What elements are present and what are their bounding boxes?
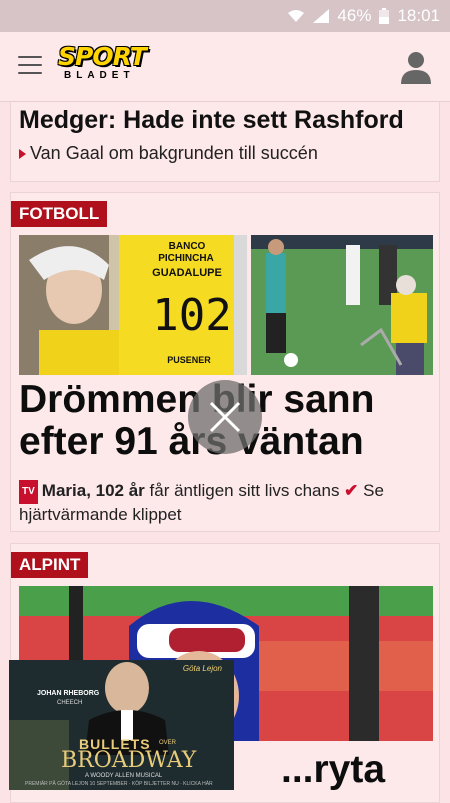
battery-percent: 46%: [337, 6, 372, 25]
category-tag[interactable]: ALPINT: [11, 552, 89, 578]
hamburger-menu-icon[interactable]: [18, 56, 42, 76]
article-description[interactable]: TV Maria, 102 år får äntligen sitt livs c…: [19, 480, 433, 526]
logo-text-sport: SPORT: [58, 42, 147, 71]
close-icon: [209, 401, 241, 433]
article-headline[interactable]: Medger: Hade inte sett Rashford: [19, 106, 404, 135]
app-bar: SPORT BLADET: [0, 32, 450, 102]
shirt-sponsor-bank-2: PICHINCHA: [158, 253, 214, 264]
checkmark-icon: ✔: [344, 481, 359, 500]
shirt-name: GUADALUPE: [152, 267, 222, 279]
sublink-text: Van Gaal om bakgrunden till succén: [30, 143, 318, 163]
advertisement-banner[interactable]: Göta Lejon JOHAN RHEBORG CHEECH BULLETS …: [9, 660, 234, 790]
user-profile-icon[interactable]: [400, 50, 432, 84]
article-card[interactable]: Medger: Hade inte sett Rashford Van Gaal…: [10, 102, 440, 182]
battery-icon: [379, 8, 390, 24]
arrow-right-icon: [19, 149, 26, 160]
ad-title-main: BROADWAY: [61, 748, 197, 773]
category-tag[interactable]: FOTBOLL: [11, 201, 108, 227]
description-bold: Maria, 102 år: [41, 481, 145, 500]
article-sublink[interactable]: Van Gaal om bakgrunden till succén: [19, 143, 318, 164]
article-card-fotboll[interactable]: FOTBOLL BANCO PICHINCHA GUADALUPE 102 PU…: [10, 192, 440, 532]
ad-bottom-line: PREMIÄR PÅ GÖTA LEJON 10 SEPTEMBER · KÖP…: [25, 781, 213, 787]
shirt-sponsor-bank: BANCO: [168, 241, 206, 252]
ad-brand-logo: Göta Lejon: [182, 664, 222, 673]
wifi-icon: [287, 9, 305, 23]
description-text: får äntligen sitt livs chans: [144, 481, 345, 500]
shirt-number: 102: [152, 290, 232, 341]
article-headline[interactable]: ...ryta: [281, 749, 431, 791]
status-bar: 46% 18:01: [0, 0, 450, 32]
ad-actor-role: CHEECH: [57, 700, 83, 706]
logo-text-bladet: BLADET: [64, 70, 135, 81]
shirt-sponsor-bottom: PUSENER: [167, 355, 211, 365]
sportbladet-logo[interactable]: SPORT BLADET: [58, 44, 148, 88]
article-photo-field[interactable]: [251, 235, 433, 375]
clock: 18:01: [397, 6, 440, 25]
ad-title-over: OVER: [159, 740, 177, 746]
signal-icon: [313, 9, 330, 23]
article-photo-shirt[interactable]: BANCO PICHINCHA GUADALUPE 102 PUSENER: [19, 235, 247, 375]
tv-badge: TV: [19, 480, 38, 504]
ad-subtitle: A WOODY ALLEN MUSICAL: [85, 773, 163, 779]
close-video-button[interactable]: [188, 380, 262, 454]
ad-actor-name: JOHAN RHEBORG: [37, 690, 100, 697]
